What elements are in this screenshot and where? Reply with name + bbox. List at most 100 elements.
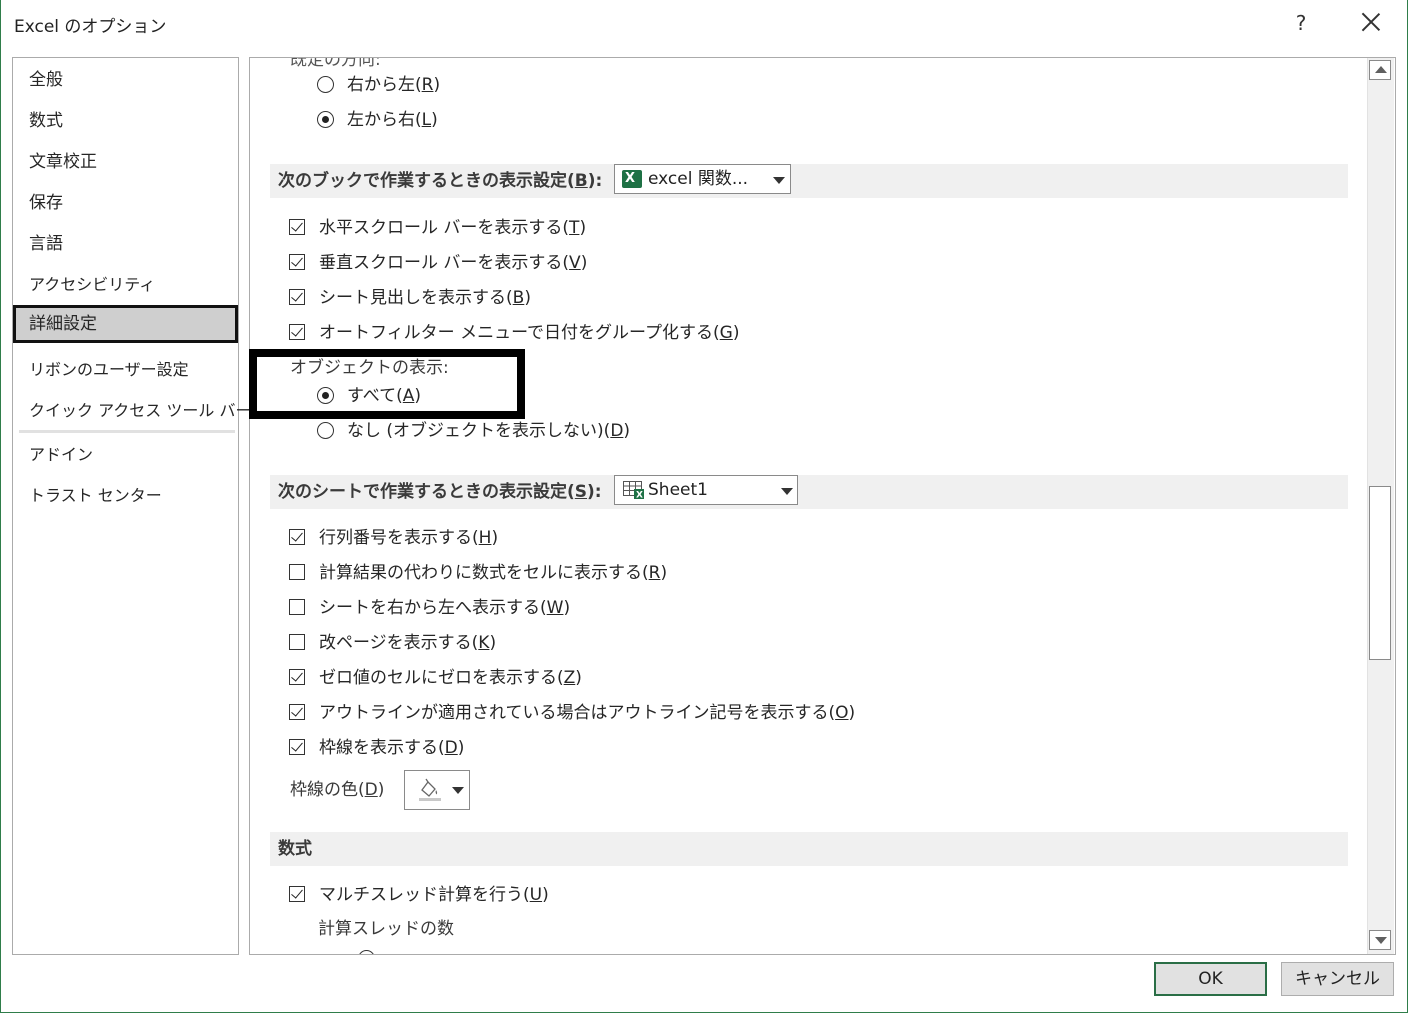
sidebar-item-trust-center[interactable]: トラスト センター [14,477,237,515]
access-key: T [569,218,580,238]
section-title: 次のシートで作業するときの表示設定( [278,482,575,502]
option-label-close: ) [575,668,582,688]
section-title-close: ): [587,171,603,191]
radio-checked-icon [317,111,334,128]
cancel-button[interactable]: キャンセル [1281,962,1394,996]
access-key: U [529,885,543,905]
gridline-color-label: 枠線の色(D) [290,777,384,803]
option-label: シート見出しを表示する( [319,288,513,308]
option-label-close: ) [489,633,497,653]
worksheet-display-section-header: 次のシートで作業するときの表示設定(S): [270,475,1348,509]
annotation-highlight-box [249,349,525,419]
option-label-close: ) [491,528,499,548]
checkbox-checked-icon [289,324,305,340]
radio-icon [317,422,334,439]
close-icon[interactable] [1356,8,1386,38]
sidebar-item-accessibility[interactable]: アクセシビリティ [14,266,237,304]
checkbox-checked-icon [289,254,305,270]
sidebar-item-general[interactable]: 全般 [14,61,237,99]
option-label-close: ) [732,323,740,343]
access-key: R [648,563,661,583]
chevron-down-icon [781,488,793,495]
option-label: シートを右から左へ表示する( [319,598,547,618]
radio-icon [358,950,375,954]
sidebar-item-language[interactable]: 言語 [14,225,237,263]
option-label-close: ) [457,738,465,758]
access-key: D [444,738,458,758]
checkbox-checked-icon [289,529,305,545]
option-label: なし (オブジェクトを表示しない)( [347,421,611,441]
option-label-close: ) [542,885,549,905]
svg-text:X: X [636,491,643,500]
workbook-display-section-header: 次のブックで作業するときの表示設定(B): [270,164,1348,198]
radio-icon [317,76,334,93]
option-label: 水平スクロール バーを表示する( [319,218,570,238]
sheet-select-value: Sheet1 [648,480,708,500]
sidebar-item-advanced[interactable]: 詳細設定 [13,305,238,343]
option-label: 改ページを表示する( [319,633,479,653]
scrollbar-thumb[interactable] [1369,486,1391,660]
option-label-close: ) [433,75,441,95]
option-label: 右から左( [347,75,422,95]
sidebar-item-save[interactable]: 保存 [14,184,237,222]
ok-button[interactable]: OK [1154,962,1267,996]
option-label: オートフィルター メニューで日付をグループ化する( [319,323,720,343]
formulas-section-header: 数式 [270,832,1348,866]
gridline-color-picker[interactable] [404,770,470,810]
arrow-up-icon [1375,66,1387,73]
sheet-select-dropdown[interactable]: X Sheet1 [614,475,798,505]
access-key: L [421,110,432,130]
sidebar-item-customize-ribbon[interactable]: リボンのユーザー設定 [14,351,237,389]
workbook-select-value: excel 関数... [648,169,749,189]
calculation-threads-label: 計算スレッドの数 [318,919,454,939]
arrow-down-icon [1375,937,1387,944]
access-key: D [610,421,624,441]
option-label: 枠線を表示する( [319,738,445,758]
chevron-down-icon [773,177,785,184]
help-button[interactable]: ? [1288,8,1314,38]
access-key: D [364,780,378,800]
scroll-up-button[interactable] [1369,60,1391,80]
access-key: H [478,528,492,548]
option-label: 行列番号を表示する( [319,528,479,548]
access-key: Z [563,668,576,688]
section-title-close: ): [587,482,602,502]
sidebar-item-proofing[interactable]: 文章校正 [14,143,237,181]
sidebar-item-quick-access-toolbar[interactable]: クイック アクセス ツール バー [14,392,251,430]
window-title: Excel のオプション [14,17,167,37]
checkbox-checked-icon [289,669,305,685]
access-key: O [835,703,849,723]
option-label: アウトラインが適用されている場合はアウトライン記号を表示する( [319,703,836,723]
section-title: 次のブックで作業するときの表示設定( [278,171,575,191]
option-label: 左から右( [347,110,422,130]
access-key: K [478,633,490,653]
checkbox-checked-icon [289,886,305,902]
checkbox-checked-icon [289,289,305,305]
option-label-close: ) [848,703,856,723]
option-label: ゼロ値のセルにゼロを表示する( [319,668,564,688]
option-label-close: ) [580,253,588,273]
access-key: B [574,171,588,191]
paint-bucket-icon [419,778,441,801]
sidebar-item-formulas[interactable]: 数式 [14,102,237,140]
direction-label: 既定の方向: [290,57,381,70]
access-key: R [421,75,434,95]
option-label: 垂直スクロール バーを表示する( [319,253,570,273]
checkbox-icon [289,564,305,580]
label-text: 枠線の色( [290,780,365,800]
excel-workbook-icon: X [622,170,642,188]
checkbox-checked-icon [289,704,305,720]
checkbox-checked-icon [289,739,305,755]
checkbox-icon [289,599,305,615]
label-text-close: ) [377,780,385,800]
options-content-panel: 既定の方向: 右から左(R) 左から右(L) 次のブックで作業するときの表示設定… [249,57,1396,955]
option-label-close: ) [660,563,668,583]
sheet-grid-icon: X [623,481,644,500]
sidebar-nav: 全般 数式 文章校正 保存 言語 アクセシビリティ 詳細設定 リボンのユーザー設… [12,57,251,955]
checkbox-icon [289,634,305,650]
workbook-select-dropdown[interactable]: X excel 関数... [614,164,791,194]
option-label-close: ) [623,421,631,441]
scroll-down-button[interactable] [1369,930,1391,950]
sidebar-item-addins[interactable]: アドイン [14,436,237,474]
access-key: B [512,288,525,308]
